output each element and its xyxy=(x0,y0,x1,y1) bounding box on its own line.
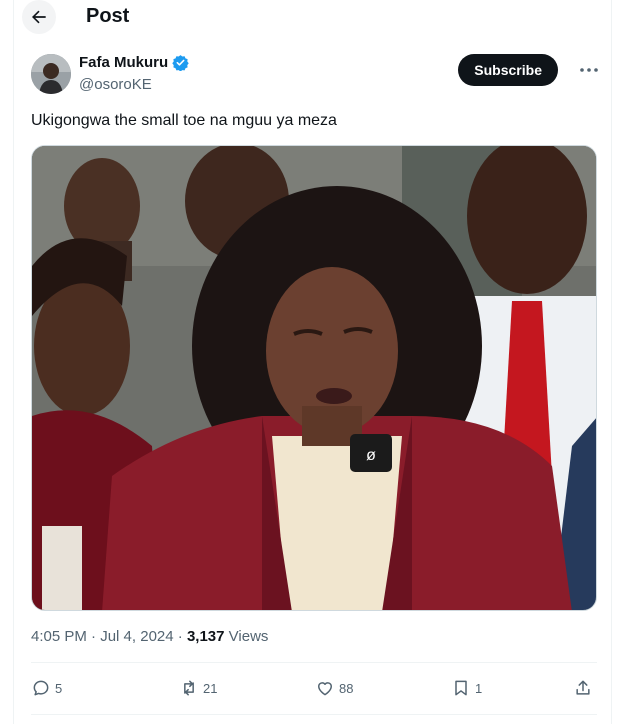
divider xyxy=(31,662,597,663)
views-label: Views xyxy=(224,628,269,645)
author-row: Fafa Mukuru @osoroKE Subscribe xyxy=(31,52,601,96)
like-icon xyxy=(318,682,332,696)
reply-count: 5 xyxy=(55,680,63,696)
post-meta: 4:05 PM · Jul 4, 2024 · 3,137 Views xyxy=(31,628,268,645)
like-button[interactable]: 88 xyxy=(315,672,353,704)
author-handle[interactable]: @osoroKE xyxy=(79,76,152,93)
author-name[interactable]: Fafa Mukuru xyxy=(79,54,168,71)
divider xyxy=(31,714,597,715)
reply-button[interactable]: 5 xyxy=(31,672,62,704)
back-arrow-icon xyxy=(32,10,46,24)
author-name-row: Fafa Mukuru xyxy=(79,54,189,71)
tweet-text: Ukigongwa the small toe na mguu ya meza xyxy=(31,112,337,129)
share-icon xyxy=(576,680,590,695)
page-title: Post xyxy=(86,5,130,27)
bookmark-count: 1 xyxy=(475,680,483,696)
post-frame: Post Fafa Mukuru @osoroKE Subscribe Ukig… xyxy=(13,0,612,724)
repost-count: 21 xyxy=(203,680,218,696)
views-count: 3,137 xyxy=(186,628,225,645)
like-count: 88 xyxy=(339,680,354,696)
meta-separator: · xyxy=(86,628,101,645)
repost-icon xyxy=(184,680,194,696)
share-button[interactable] xyxy=(573,672,593,704)
back-button[interactable] xyxy=(22,0,56,34)
verified-badge-icon xyxy=(172,55,189,71)
bookmark-button[interactable]: 1 xyxy=(451,672,482,704)
video-media[interactable]: ø xyxy=(31,145,597,611)
post-header: Post xyxy=(14,0,611,34)
repost-button[interactable]: 21 xyxy=(179,672,217,704)
bookmark-icon xyxy=(455,680,467,696)
reply-icon xyxy=(33,680,49,696)
action-bar: 5 21 88 1 xyxy=(31,672,597,704)
post-date[interactable]: Jul 4, 2024 xyxy=(100,628,173,645)
more-icon[interactable] xyxy=(577,58,601,82)
svg-text:ø: ø xyxy=(366,447,376,464)
subscribe-button[interactable]: Subscribe xyxy=(458,54,558,86)
post-time[interactable]: 4:05 PM xyxy=(31,628,87,645)
meta-separator: · xyxy=(173,628,187,645)
avatar[interactable] xyxy=(31,54,71,94)
